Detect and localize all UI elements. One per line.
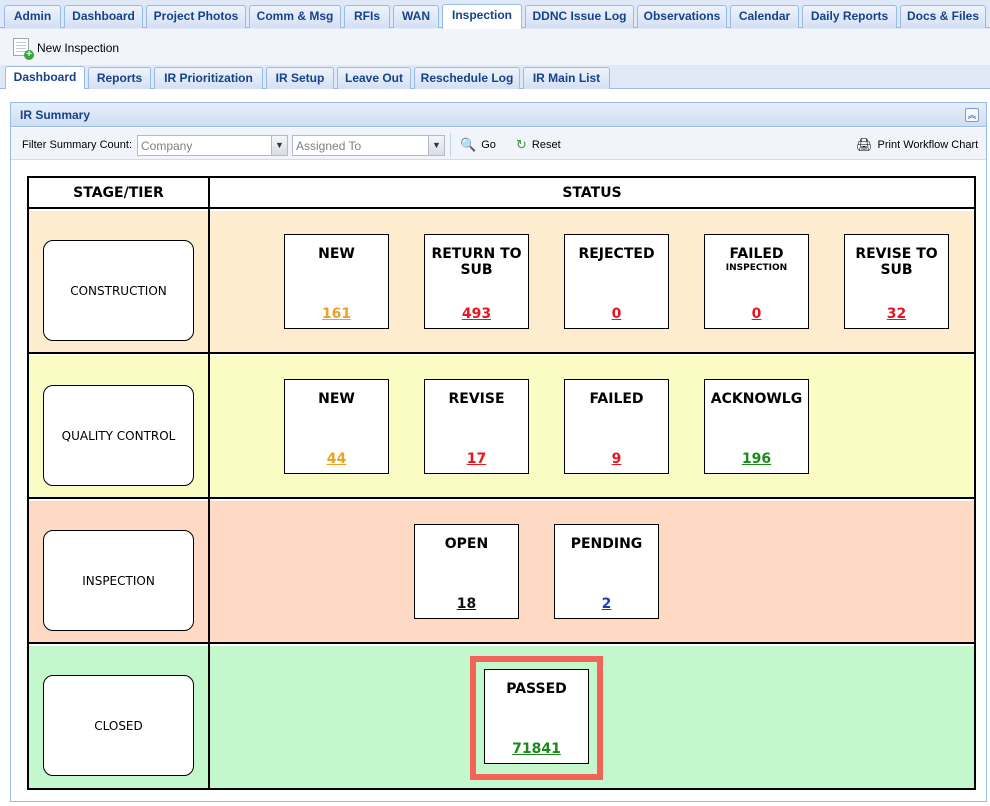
status-count-link[interactable]: 196 [705,451,808,467]
tab-comm-msg[interactable]: Comm & Msg [249,5,341,28]
status-title: NEW [318,246,355,262]
printer-icon: 🖨 [856,137,873,152]
assigned-to-select[interactable]: Assigned To ▼ [292,135,445,156]
status-header: STATUS [562,185,622,201]
status-count-link[interactable]: 9 [565,451,668,467]
workflow-row-construction: CONSTRUCTION NEW 161 RETURN TO SUB 493 R… [29,211,974,354]
status-count-link[interactable]: 18 [415,596,518,612]
new-inspection-button[interactable]: + New Inspection [13,37,120,60]
status-count-link[interactable]: 161 [285,306,388,322]
toolbar-separator [450,133,451,157]
inspection-toolbar: + New Inspection [0,29,990,65]
subtab-reschedule-log[interactable]: Reschedule Log [414,67,520,89]
status-count-link[interactable]: 44 [285,451,388,467]
status-box-new: NEW 44 [284,379,389,474]
status-count-link[interactable]: 493 [425,306,528,322]
status-title: PENDING [570,536,643,552]
workflow-header: STAGE/TIER STATUS [29,178,974,209]
search-icon: 🔍 [460,137,477,152]
subtab-ir-main-list[interactable]: IR Main List [523,67,610,89]
tab-admin[interactable]: Admin [4,5,61,28]
subtab-leave-out[interactable]: Leave Out [337,67,411,89]
tab-docs-files[interactable]: Docs & Files [900,5,986,28]
workflow-row-closed: CLOSED PASSED 71841 [29,646,974,788]
status-count-link[interactable]: 2 [555,596,658,612]
status-box-acknowlg: ACKNOWLG 196 [704,379,809,474]
status-title: FAILED [729,246,784,262]
subtab-reports[interactable]: Reports [88,67,151,89]
print-label: Print Workflow Chart [877,139,979,151]
workflow-chart: STAGE/TIER STATUS CONSTRUCTION NEW 161 R… [27,176,976,790]
tab-daily-reports[interactable]: Daily Reports [802,5,897,28]
status-count-link[interactable]: 17 [425,451,528,467]
company-select[interactable]: Company ▼ [137,135,288,156]
new-document-icon: + [13,38,34,60]
status-title: REVISE TO SUB [855,246,938,278]
status-title: OPEN [444,536,489,552]
tab-wan[interactable]: WAN [393,5,439,28]
status-box-revise-to-sub: REVISE TO SUB 32 [844,234,949,329]
status-box-rejected: REJECTED 0 [564,234,669,329]
status-box-revise: REVISE 17 [424,379,529,474]
stage-construction: CONSTRUCTION [43,240,194,341]
filter-label: Filter Summary Count: [22,139,133,151]
workflow-row-inspection: INSPECTION OPEN 18 PENDING 2 [29,501,974,644]
stage-tier-header: STAGE/TIER [73,185,164,201]
subtab-ir-setup[interactable]: IR Setup [266,67,334,89]
status-count-link[interactable]: 0 [565,306,668,322]
reset-label: Reset [531,139,561,151]
panel-header: IR Summary ︽ [11,103,986,127]
subtab-dashboard[interactable]: Dashboard [5,66,85,90]
tab-inspection[interactable]: Inspection [442,4,522,29]
status-box-failed-inspection: FAILED INSPECTION 0 [704,234,809,329]
go-label: Go [481,139,496,151]
subtab-ir-prioritization[interactable]: IR Prioritization [154,67,263,89]
assigned-placeholder: Assigned To [296,139,362,153]
status-title: REVISE [448,391,505,407]
status-box-return-to-sub: RETURN TO SUB 493 [424,234,529,329]
stage-closed: CLOSED [43,675,194,776]
new-inspection-label: New Inspection [37,41,120,55]
tab-rfis[interactable]: RFIs [344,5,390,28]
filter-bar: Filter Summary Count: Company ▼ Assigned… [11,128,986,160]
sub-tab-bar: Dashboard Reports IR Prioritization IR S… [0,65,990,90]
collapse-icon[interactable]: ︽ [965,108,979,122]
status-count-link[interactable]: 0 [705,306,808,322]
status-title: PASSED [506,681,567,697]
status-count-link[interactable]: 71841 [485,741,588,757]
status-title: REJECTED [578,246,655,262]
panel-title: IR Summary [20,108,91,122]
status-box-pending: PENDING 2 [554,524,659,619]
status-box-passed: PASSED 71841 [484,669,589,764]
stage-quality-control: QUALITY CONTROL [43,385,194,486]
status-box-failed: FAILED 9 [564,379,669,474]
go-button[interactable]: 🔍 Go [460,136,496,154]
refresh-icon: ↻ [516,137,527,152]
reset-button[interactable]: ↻ Reset [516,136,561,154]
chevron-down-icon[interactable]: ▼ [271,136,287,155]
tab-observations[interactable]: Observations [637,5,727,28]
print-workflow-button[interactable]: 🖨 Print Workflow Chart [856,136,978,154]
company-placeholder: Company [141,139,193,153]
status-count-link[interactable]: 32 [845,306,948,322]
status-title: NEW [318,391,355,407]
status-subtitle: INSPECTION [725,263,788,273]
workflow-row-quality-control: QUALITY CONTROL NEW 44 REVISE 17 FAILED … [29,356,974,499]
stage-inspection: INSPECTION [43,530,194,631]
tab-ddnc-issue-log[interactable]: DDNC Issue Log [525,5,634,28]
tab-calendar[interactable]: Calendar [730,5,799,28]
status-title: ACKNOWLG [710,391,803,407]
status-title: RETURN TO SUB [431,246,522,278]
status-title: FAILED [589,391,644,407]
tab-project-photos[interactable]: Project Photos [146,5,246,28]
chevron-down-icon[interactable]: ▼ [428,136,444,155]
status-box-open: OPEN 18 [414,524,519,619]
status-box-new: NEW 161 [284,234,389,329]
column-divider [208,178,210,788]
tab-dashboard[interactable]: Dashboard [64,5,143,28]
top-tab-bar: Admin Dashboard Project Photos Comm & Ms… [0,0,990,29]
